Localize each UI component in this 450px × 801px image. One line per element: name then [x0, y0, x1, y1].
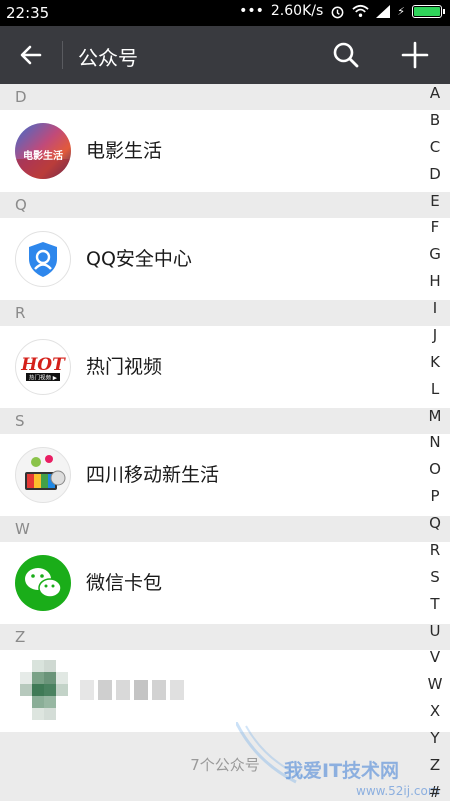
index-letter[interactable]: N — [429, 435, 440, 450]
svg-text:电影生活: 电影生活 — [23, 149, 63, 162]
battery-icon — [412, 4, 445, 18]
status-icons: ••• 2.60K/s ⚡ — [239, 3, 445, 19]
section-header-z: Z — [0, 624, 450, 650]
status-time: 22:35 — [6, 4, 50, 22]
hot-logo-text: HOT — [20, 355, 66, 375]
index-letter[interactable]: A — [430, 86, 440, 101]
index-letter[interactable]: V — [430, 650, 440, 665]
movie-life-avatar: 电影生活 — [15, 123, 71, 179]
index-letter[interactable]: M — [429, 408, 442, 424]
section-header-w: W — [0, 516, 450, 542]
list-item-name: 微信卡包 — [86, 572, 163, 594]
sichuan-mobile-avatar — [15, 447, 71, 503]
index-letter[interactable]: E — [430, 193, 439, 209]
watermark-text: 我爱IT技术网 — [284, 760, 400, 782]
index-letter[interactable]: P — [430, 489, 439, 504]
index-letter[interactable]: L — [431, 381, 439, 397]
charging-icon: ⚡ — [397, 4, 405, 18]
status-bar: 22:35 ••• 2.60K/s ⚡ — [0, 0, 450, 26]
hot-video-avatar: HOT 热门视频 ▶ — [15, 339, 71, 395]
index-letter[interactable]: R — [430, 542, 440, 558]
list-item-hot-video[interactable]: HOT 热门视频 ▶ 热门视频 — [0, 326, 450, 408]
index-letter[interactable]: W — [428, 677, 443, 692]
blurred-avatar — [20, 660, 70, 720]
more-dots-icon: ••• — [239, 3, 264, 19]
index-letter[interactable]: S — [430, 569, 440, 585]
app-bar-divider — [62, 41, 63, 69]
list-item-movie-life[interactable]: 电影生活 电影生活 — [0, 110, 450, 192]
wechat-card-avatar — [15, 555, 71, 611]
list-item-blurred[interactable] — [0, 650, 450, 732]
index-letter[interactable]: K — [430, 354, 440, 370]
section-header-q: Q — [0, 192, 450, 218]
back-arrow-icon[interactable] — [16, 40, 46, 70]
index-letter[interactable]: X — [430, 704, 440, 719]
section-header-s: S — [0, 408, 450, 434]
signal-icon — [376, 4, 391, 18]
list-item-name: 电影生活 — [86, 140, 163, 162]
list-item-name: 热门视频 — [86, 356, 163, 378]
index-letter[interactable]: # — [429, 784, 442, 800]
index-letter[interactable]: Y — [430, 731, 439, 746]
index-letter[interactable]: J — [433, 327, 437, 343]
page-title: 公众号 — [78, 46, 138, 70]
list-item-wechat-card[interactable]: 微信卡包 — [0, 542, 450, 624]
index-letter[interactable]: F — [431, 220, 440, 235]
index-letter[interactable]: Q — [429, 516, 441, 531]
index-letter[interactable]: D — [429, 166, 441, 182]
index-letter[interactable]: H — [429, 274, 440, 289]
site-watermark: 我爱IT技术网 www.52ij.com — [236, 722, 450, 800]
alarm-icon — [331, 6, 344, 18]
list-item-sichuan-mobile[interactable]: 四川移动新生活 — [0, 434, 450, 516]
blurred-name — [80, 680, 184, 700]
alphabet-index[interactable]: A B C D E F G H I J K L M N O P Q R S T U V W X Y Z # — [420, 86, 450, 800]
index-letter[interactable]: C — [430, 139, 440, 155]
add-icon[interactable] — [398, 38, 432, 72]
network-speed: 2.60K/s — [270, 3, 324, 19]
wifi-icon — [352, 4, 369, 17]
index-letter[interactable]: G — [429, 247, 441, 262]
section-header-r: R — [0, 300, 450, 326]
section-header-d: D — [0, 84, 450, 110]
index-letter[interactable]: B — [430, 112, 440, 128]
index-letter[interactable]: I — [433, 301, 437, 316]
list-item-name: QQ安全中心 — [86, 248, 192, 270]
list-item-qq-security[interactable]: QQ安全中心 — [0, 218, 450, 300]
index-letter[interactable]: U — [430, 623, 441, 639]
hot-logo-subtext: 热门视频 ▶ — [29, 374, 58, 382]
qq-security-avatar — [15, 231, 71, 287]
app-bar: 公众号 — [0, 26, 450, 84]
list-item-name: 四川移动新生活 — [86, 464, 220, 486]
index-letter[interactable]: Z — [430, 757, 440, 773]
index-letter[interactable]: T — [430, 596, 439, 612]
search-icon[interactable] — [330, 39, 362, 71]
index-letter[interactable]: O — [429, 462, 441, 477]
account-list: D 电影生活 电影生活 Q QQ安全中心 R HOT 热门视频 ▶ 热门视频 S — [0, 84, 450, 732]
